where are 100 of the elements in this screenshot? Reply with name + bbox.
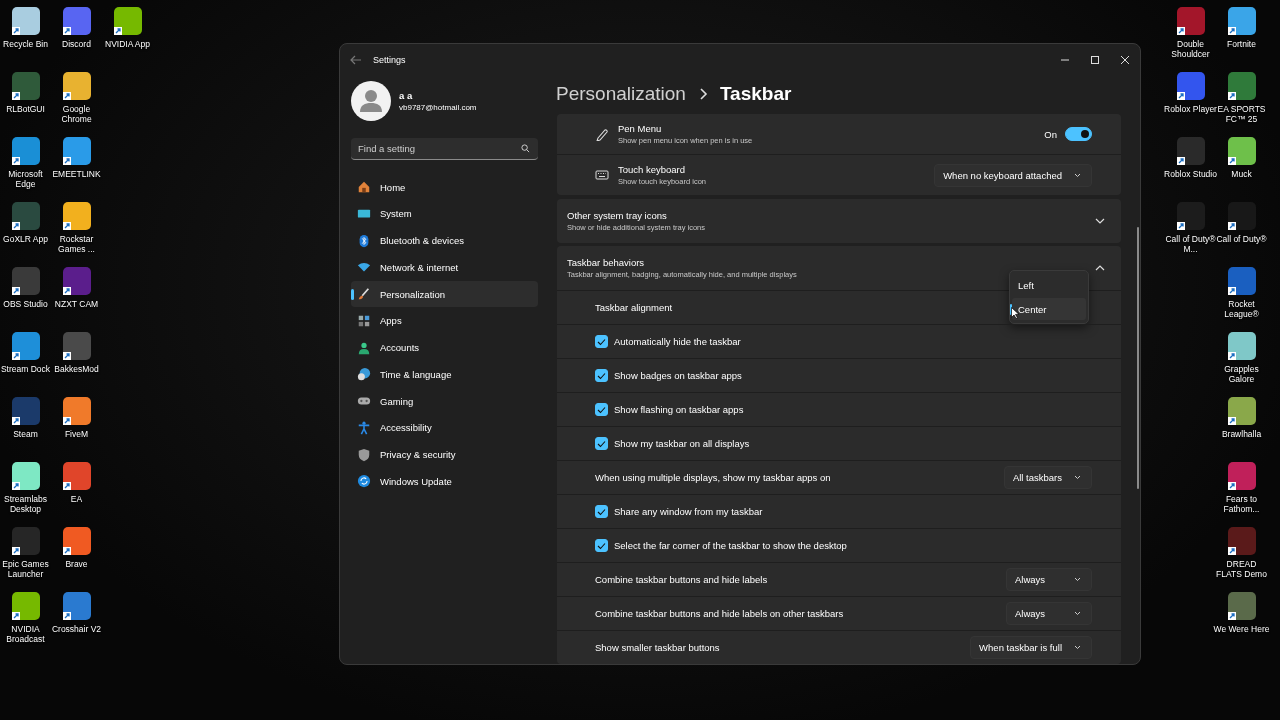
app-label[interactable]: Rocket League® [1213,299,1270,319]
paintbrush-icon [357,287,371,301]
dropdown[interactable]: When no keyboard attached [934,163,1092,187]
app-shortcut-icon[interactable] [60,525,93,557]
checkbox-label[interactable]: Select the far corner of the taskbar to show the desktop [614,540,847,551]
checkbox[interactable] [595,403,608,416]
page-title: Taskbar [719,82,792,105]
nav-item[interactable]: System [351,200,538,227]
app-label[interactable]: Grapples Galore [1213,364,1270,384]
app-shortcut-icon[interactable] [60,5,93,37]
app-label[interactable]: Fears to Fathom... [1213,494,1270,514]
globe-clock-icon [357,367,371,382]
scrollbar-thumb[interactable] [1137,227,1139,489]
checkbox[interactable] [595,437,608,450]
app-shortcut-icon[interactable] [1225,460,1258,492]
app-shortcut-icon[interactable] [60,265,93,297]
app-shortcut-icon[interactable] [9,135,42,167]
app-shortcut-icon[interactable] [1174,5,1207,37]
app-shortcut-icon[interactable] [1225,5,1258,37]
checkbox-label[interactable]: Automatically hide the taskbar [614,336,741,347]
section-title: Other system tray icons [567,209,668,221]
accessibility-icon [357,420,371,435]
app-shortcut-icon[interactable] [60,200,93,232]
dropdown[interactable]: Always [1006,602,1092,625]
app-shortcut-icon[interactable] [9,460,42,492]
app-label[interactable]: DREAD FLATS Demo [1213,559,1270,579]
app-shortcut-icon[interactable] [9,70,42,102]
chevron-down-icon [1074,645,1081,650]
dropdown[interactable]: All taskbars [1003,466,1092,489]
nav-item[interactable]: Accessibility [351,414,538,441]
app-label[interactable]: Roblox Studio [1162,169,1219,179]
dropdown[interactable]: When taskbar is full [970,636,1092,659]
app-shortcut-icon[interactable] [60,135,93,167]
shield-icon [357,447,371,462]
checkbox-label[interactable]: Share any window from my taskbar [614,506,763,517]
app-shortcut-icon[interactable] [1225,70,1258,102]
nav-item[interactable]: Apps [351,307,538,334]
app-shortcut-icon[interactable] [9,200,42,232]
nav-item[interactable]: Home [351,174,538,200]
bluetooth-icon [357,233,371,248]
chevron-down-icon [1074,611,1081,616]
mouse-pointer-icon [1011,307,1019,319]
app-shortcut-icon[interactable] [9,590,42,622]
setting-label: Taskbar alignment [595,302,673,313]
app-shortcut-icon[interactable] [1174,200,1207,232]
app-label[interactable]: Brawlhalla [1213,429,1270,439]
checkbox-label[interactable]: Show flashing on taskbar apps [614,404,744,415]
nav-item[interactable]: Privacy & security [351,441,538,468]
app-shortcut-icon[interactable] [9,330,42,362]
dropdown-option[interactable]: Left [1012,274,1086,296]
dropdown[interactable]: Always [1006,568,1092,591]
app-label[interactable]: Crosshair V2 [48,624,105,634]
nav-item[interactable]: Accounts [351,334,538,361]
checkbox-label[interactable]: Show my taskbar on all displays [614,438,750,449]
setting-label: Show smaller taskbar buttons [595,642,720,653]
nav-item[interactable]: Windows Update [351,468,538,495]
app-shortcut-icon[interactable] [1225,135,1258,167]
app-label[interactable]: We Were Here [1213,624,1270,634]
app-shortcut-icon[interactable] [1225,525,1258,557]
checkbox[interactable] [595,369,608,382]
app-label[interactable]: Stream Dock [0,364,54,374]
checkbox[interactable] [595,539,608,552]
app-shortcut-icon[interactable] [1225,590,1258,622]
apps-icon [357,313,371,328]
app-shortcut-icon[interactable] [60,590,93,622]
back-arrow-icon[interactable] [350,55,362,65]
nav-item[interactable]: Gaming [351,388,538,414]
chevron-down-icon [1074,475,1081,480]
app-shortcut-icon[interactable] [60,395,93,427]
app-shortcut-icon[interactable] [9,265,42,297]
app-label[interactable]: Roblox Player [1162,104,1219,114]
search-icon [521,144,530,153]
nav-item[interactable]: Network & internet [351,254,538,281]
app-shortcut-icon[interactable] [9,5,42,37]
app-shortcut-icon[interactable] [1225,265,1258,297]
checkbox[interactable] [595,335,608,348]
search-field[interactable]: Find a setting [351,138,538,160]
toggle-switch[interactable] [1065,127,1092,141]
nav-item[interactable]: Time & language [351,361,538,388]
toggle-state-label: On [1044,128,1057,140]
app-shortcut-icon[interactable] [60,330,93,362]
app-shortcut-icon[interactable] [9,395,42,427]
app-shortcut-icon[interactable] [1174,70,1207,102]
nav-item[interactable]: Bluetooth & devices [351,227,538,254]
checkbox-label[interactable]: Show badges on taskbar apps [614,370,742,381]
app-shortcut-icon[interactable] [1225,330,1258,362]
checkbox[interactable] [595,505,608,518]
pen-icon [595,127,609,141]
dropdown-option[interactable]: Center [1012,298,1086,320]
nav-item[interactable]: Personalization [351,281,538,307]
breadcrumb-link[interactable]: Personalization [556,82,686,105]
app-shortcut-icon[interactable] [1225,395,1258,427]
chevron-down-icon [1074,577,1081,582]
app-shortcut-icon[interactable] [1174,135,1207,167]
app-shortcut-icon[interactable] [60,460,93,492]
app-shortcut-icon[interactable] [1225,200,1258,232]
keyboard-icon [595,168,609,182]
app-shortcut-icon[interactable] [9,525,42,557]
app-shortcut-icon[interactable] [60,70,93,102]
app-shortcut-icon[interactable] [111,5,144,37]
